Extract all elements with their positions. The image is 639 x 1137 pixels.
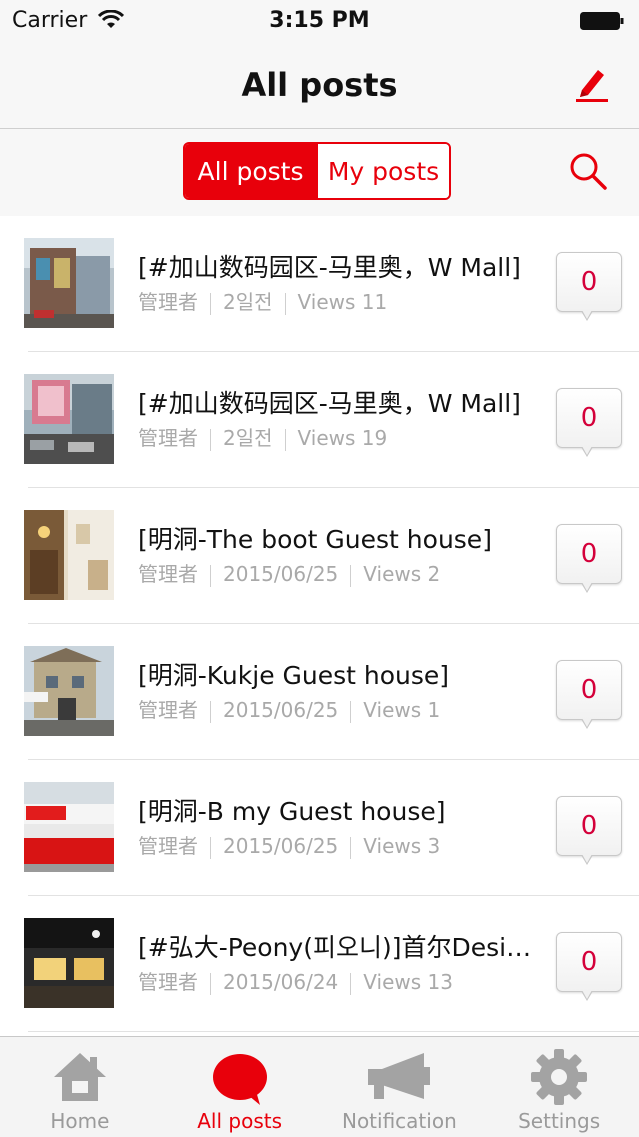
post-views: Views 11 [297, 290, 388, 314]
post-row[interactable]: [#弘大-Peony(피오니)]首尔Designer 管理者 2015/06/24… [0, 896, 639, 1032]
megaphone-icon [368, 1053, 431, 1099]
post-title: [明洞-B my Guest house] [138, 797, 446, 826]
post-meta: 管理者 2015/06/25 Views 3 [138, 830, 440, 859]
compose-icon[interactable] [572, 64, 612, 104]
post-meta: 管理者 2일전 Views 11 [138, 286, 387, 315]
comment-count: 0 [580, 539, 598, 569]
post-meta: 管理者 2일전 Views 19 [138, 422, 387, 451]
post-author: 管理者 [138, 562, 198, 586]
post-author: 管理者 [138, 834, 198, 858]
tab-home-label: Home [50, 1109, 110, 1133]
segment-my-posts[interactable]: My posts [318, 144, 449, 198]
post-meta: 管理者 2015/06/24 Views 13 [138, 966, 453, 995]
post-date: 2일전 [223, 290, 273, 314]
comment-count-badge[interactable]: 0 [556, 252, 622, 321]
post-views: Views 1 [363, 698, 441, 722]
status-bar: Carrier 3:15 PM [0, 0, 639, 42]
post-title: [#加山数码园区-马里奥，W Mall] [138, 389, 521, 418]
page-title: All posts [241, 66, 398, 104]
post-title: [明洞-Kukje Guest house] [138, 661, 450, 690]
comment-count-badge[interactable]: 0 [556, 524, 622, 593]
post-thumbnail [24, 238, 114, 328]
post-row[interactable]: [#加山数码园区-马里奥，W Mall] 管理者 2일전 Views 19 0 [0, 352, 639, 488]
post-views: Views 19 [297, 426, 388, 450]
post-thumbnail [24, 918, 114, 1008]
speech-bubble-icon [212, 1054, 267, 1105]
post-thumbnail [24, 510, 114, 600]
comment-count-badge[interactable]: 0 [556, 796, 622, 865]
segment-all-posts[interactable]: All posts [185, 144, 318, 198]
tab-bar: Home All posts Notification Settings [0, 1036, 639, 1137]
tab-all-posts[interactable]: All posts [160, 1037, 320, 1137]
post-views: Views 13 [363, 970, 453, 994]
comment-count-badge[interactable]: 0 [556, 932, 622, 1001]
comment-count: 0 [580, 403, 598, 433]
posts-segmented-control: All posts My posts [183, 142, 451, 200]
post-meta: 管理者 2015/06/25 Views 1 [138, 694, 440, 723]
nav-bar: All posts [0, 42, 639, 129]
post-date: 2일전 [223, 426, 273, 450]
tab-settings-label: Settings [518, 1109, 601, 1133]
status-time: 3:15 PM [269, 8, 370, 33]
post-row[interactable]: [#加山数码园区-马里奥，W Mall] 管理者 2일전 Views 11 0 [0, 216, 639, 352]
post-date: 2015/06/25 [223, 834, 339, 858]
post-thumbnail [24, 374, 114, 464]
comment-count-badge[interactable]: 0 [556, 388, 622, 457]
post-author: 管理者 [138, 698, 198, 722]
home-icon [53, 1053, 106, 1101]
comment-count-badge[interactable]: 0 [556, 660, 622, 729]
tab-home[interactable]: Home [0, 1037, 160, 1137]
search-icon[interactable] [568, 151, 608, 191]
tab-all-posts-label: All posts [197, 1109, 282, 1133]
battery-icon [580, 12, 624, 30]
segment-bar: All posts My posts [0, 129, 639, 216]
tab-settings[interactable]: Settings [479, 1037, 639, 1137]
comment-count: 0 [580, 675, 598, 705]
comment-count: 0 [580, 811, 598, 841]
comment-count: 0 [580, 267, 598, 297]
post-row[interactable]: [明洞-B my Guest house] 管理者 2015/06/25 Views… [0, 760, 639, 896]
post-row[interactable]: [明洞-Kukje Guest house] 管理者 2015/06/25 View… [0, 624, 639, 760]
post-meta: 管理者 2015/06/25 Views 2 [138, 558, 440, 587]
post-date: 2015/06/25 [223, 562, 339, 586]
post-views: Views 3 [363, 834, 441, 858]
tab-notification-label: Notification [341, 1109, 457, 1133]
gear-icon [531, 1049, 588, 1105]
post-author: 管理者 [138, 970, 198, 994]
comment-count: 0 [580, 947, 598, 977]
post-title: [#加山数码园区-马里奥，W Mall] [138, 253, 521, 282]
post-list: [#加山数码园区-马里奥，W Mall] 管理者 2일전 Views 11 0 [#… [0, 216, 639, 1032]
tab-notification[interactable]: Notification [320, 1037, 480, 1137]
post-title: [#弘大-Peony(피오니)]首尔Designer [138, 933, 538, 962]
post-row[interactable]: [明洞-The boot Guest house] 管理者 2015/06/25 V… [0, 488, 639, 624]
post-views: Views 2 [363, 562, 441, 586]
post-author: 管理者 [138, 290, 198, 314]
post-thumbnail [24, 782, 114, 872]
post-author: 管理者 [138, 426, 198, 450]
post-title: [明洞-The boot Guest house] [138, 525, 492, 554]
post-thumbnail [24, 646, 114, 736]
post-date: 2015/06/24 [223, 970, 339, 994]
post-date: 2015/06/25 [223, 698, 339, 722]
